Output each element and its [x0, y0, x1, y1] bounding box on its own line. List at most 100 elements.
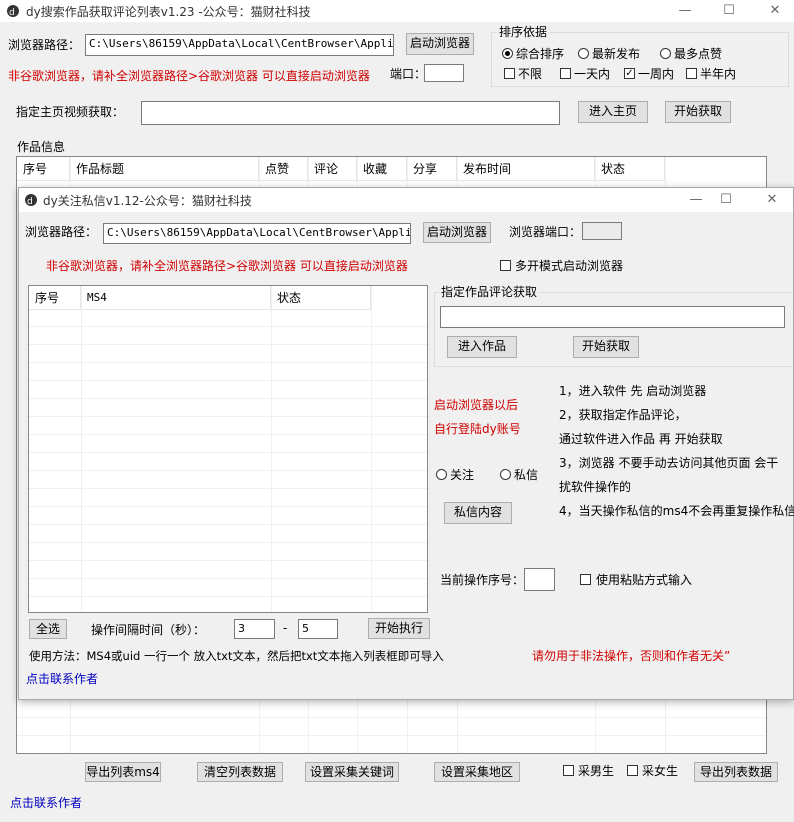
collect-female-checkbox[interactable]: [627, 765, 638, 776]
browser-warning: 非谷歌浏览器，请补全浏览器路径>谷歌浏览器 可以直接启动浏览器: [8, 69, 370, 83]
dm-window: d dy关注私信v1.12-公众号：猫财社科技 — ☐ ✕ 浏览器路径： C:\…: [18, 187, 794, 700]
disclaimer-text: 请勿用于非法操作，否则和作者无关”: [532, 649, 731, 663]
sort-option-label: 最多点赞: [674, 47, 723, 61]
column-header[interactable]: 收藏: [357, 157, 407, 181]
login-hint: 自行登陆dy账号: [434, 422, 521, 436]
dm-content-button[interactable]: 私信内容: [444, 502, 512, 524]
minimize-icon[interactable]: —: [681, 190, 711, 210]
interval-label: 操作间隔时间（秒）：: [91, 623, 206, 637]
sort-group-title: 排序依据: [497, 25, 550, 39]
column-header[interactable]: 评论: [308, 157, 357, 181]
sort-radio-comprehensive[interactable]: [502, 48, 513, 59]
column-header[interactable]: 作品标题: [70, 157, 259, 181]
interval-separator: -: [283, 621, 288, 635]
interval-max-input[interactable]: 5: [298, 619, 338, 639]
instruction-line: 4，当天操作私信的ms4不会再重复操作私信: [559, 504, 794, 518]
homepage-input[interactable]: [141, 101, 560, 125]
maximize-icon[interactable]: ☐: [714, 1, 744, 21]
column-header[interactable]: 分享: [407, 157, 457, 181]
dm-title-bar[interactable]: d dy关注私信v1.12-公众号：猫财社科技 — ☐ ✕: [19, 188, 793, 212]
contact-author-link[interactable]: 点击联系作者: [10, 795, 82, 811]
enter-work-button[interactable]: 进入作品: [447, 336, 517, 358]
homepage-label: 指定主页视频获取：: [16, 105, 125, 119]
column-header[interactable]: 序号: [17, 157, 70, 181]
maximize-icon[interactable]: ☐: [711, 190, 741, 210]
interval-min-input[interactable]: 3: [234, 619, 275, 639]
time-checkbox-half-year[interactable]: [686, 68, 697, 79]
mode-option-label: 私信: [514, 468, 539, 482]
collect-female-label: 采女生: [642, 764, 679, 778]
browser-path-input[interactable]: C:\Users\86159\AppData\Local\CentBrowser…: [85, 34, 394, 56]
sort-option-label: 最新发布: [592, 47, 641, 61]
mode-radio-dm[interactable]: [500, 469, 511, 480]
mode-radio-follow[interactable]: [436, 469, 447, 480]
time-checkbox-one-week[interactable]: ✓: [624, 68, 635, 79]
browser-port-label: 浏览器端口：: [509, 225, 582, 239]
column-header[interactable]: 状态: [271, 286, 371, 310]
time-checkbox-unlimited[interactable]: [504, 68, 515, 79]
instruction-line: 扰软件操作的: [559, 480, 632, 494]
paste-mode-checkbox[interactable]: [580, 574, 591, 585]
login-hint: 启动浏览器以后: [434, 398, 519, 412]
browser-path-label: 浏览器路径：: [25, 225, 98, 239]
export-data-button[interactable]: 导出列表数据: [694, 762, 778, 782]
comment-group-title: 指定作品评论获取: [439, 285, 540, 299]
start-fetch-button[interactable]: 开始获取: [573, 336, 639, 358]
set-keywords-button[interactable]: 设置采集关键词: [305, 762, 399, 782]
main-window-title: dy搜索作品获取评论列表v1.23 -公众号：猫财社科技: [26, 5, 311, 19]
instruction-line: 通过软件进入作品 再 开始获取: [559, 432, 723, 446]
launch-browser-button[interactable]: 启动浏览器: [423, 222, 491, 243]
works-group-title: 作品信息: [17, 140, 66, 154]
column-header[interactable]: 点赞: [259, 157, 308, 181]
browser-port-input[interactable]: [582, 222, 622, 240]
start-execute-button[interactable]: 开始执行: [368, 618, 430, 639]
contact-author-link[interactable]: 点击联系作者: [26, 671, 98, 687]
set-region-button[interactable]: 设置采集地区: [434, 762, 520, 782]
time-option-label: 半年内: [700, 67, 737, 81]
close-icon[interactable]: ✕: [757, 190, 787, 210]
port-input[interactable]: [424, 64, 464, 82]
start-fetch-button[interactable]: 开始获取: [665, 101, 731, 123]
usage-text: 使用方法：MS4或uid 一行一个 放入txt文本，然后把txt文本拖入列表框即…: [29, 649, 444, 663]
current-index-input[interactable]: [524, 568, 555, 591]
time-option-label: 不限: [518, 67, 543, 81]
svg-text:d: d: [9, 8, 15, 18]
ms4-table[interactable]: 序号 MS4 状态: [28, 285, 428, 613]
comment-url-input[interactable]: [440, 306, 785, 328]
browser-path-label: 浏览器路径：: [8, 38, 81, 52]
app-logo-icon: d: [25, 194, 37, 207]
app-logo-icon: d: [7, 5, 19, 18]
sort-option-label: 综合排序: [516, 47, 565, 61]
close-icon[interactable]: ✕: [760, 1, 790, 21]
paste-mode-label: 使用粘贴方式输入: [596, 573, 693, 587]
column-header[interactable]: MS4: [81, 286, 271, 310]
column-header[interactable]: 序号: [29, 286, 81, 310]
select-all-button[interactable]: 全选: [29, 619, 67, 639]
instruction-line: 3，浏览器 不要手动去访问其他页面 会干: [559, 456, 779, 470]
collect-male-label: 采男生: [578, 764, 615, 778]
time-checkbox-one-day[interactable]: [560, 68, 571, 79]
sort-radio-most-liked[interactable]: [660, 48, 671, 59]
time-option-label: 一周内: [638, 67, 675, 81]
svg-text:d: d: [27, 197, 33, 207]
collect-male-checkbox[interactable]: [563, 765, 574, 776]
time-option-label: 一天内: [574, 67, 611, 81]
column-header[interactable]: 状态: [595, 157, 665, 181]
main-title-bar[interactable]: d dy搜索作品获取评论列表v1.23 -公众号：猫财社科技 — ☐ ✕: [0, 0, 794, 22]
instruction-line: 2，获取指定作品评论，: [559, 408, 687, 422]
multi-open-checkbox[interactable]: [500, 260, 511, 271]
browser-path-input[interactable]: C:\Users\86159\AppData\Local\CentBrowser…: [103, 223, 411, 244]
export-ms4-button[interactable]: 导出列表ms4: [85, 762, 161, 782]
browser-warning: 非谷歌浏览器，请补全浏览器路径>谷歌浏览器 可以直接启动浏览器: [46, 259, 408, 273]
dm-window-title: dy关注私信v1.12-公众号：猫财社科技: [43, 194, 252, 208]
column-header[interactable]: 发布时间: [457, 157, 595, 181]
clear-list-button[interactable]: 清空列表数据: [197, 762, 283, 782]
mode-option-label: 关注: [450, 468, 475, 482]
enter-homepage-button[interactable]: 进入主页: [578, 101, 648, 123]
launch-browser-button[interactable]: 启动浏览器: [406, 33, 474, 55]
port-label: 端口：: [390, 67, 427, 81]
current-index-label: 当前操作序号：: [440, 573, 525, 587]
sort-radio-latest[interactable]: [578, 48, 589, 59]
instruction-line: 1，进入软件 先 启动浏览器: [559, 384, 707, 398]
minimize-icon[interactable]: —: [670, 1, 700, 21]
